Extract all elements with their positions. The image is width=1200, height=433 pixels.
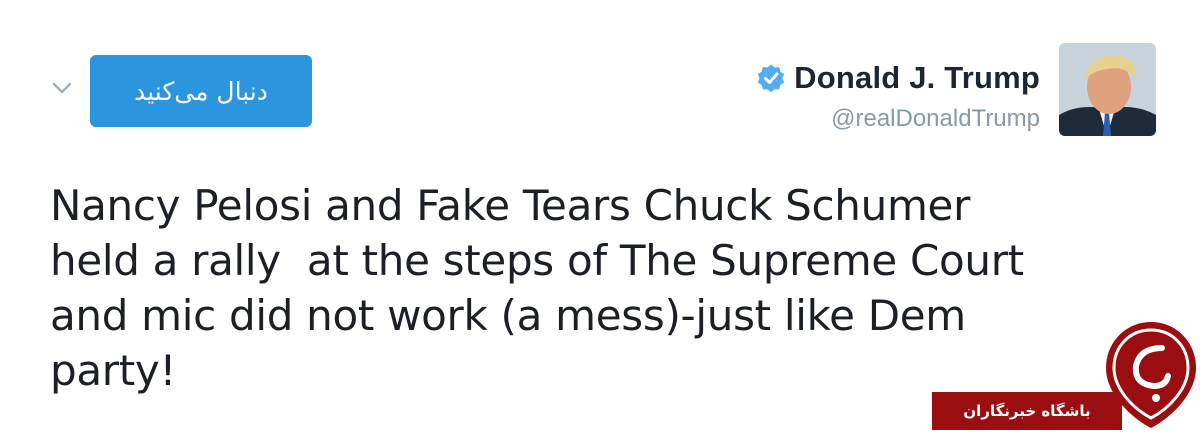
following-button-label: دنبال می‌کنید: [134, 76, 268, 106]
watermark-band: باشگاه خبرنگاران: [932, 392, 1122, 430]
tweet-card: دنبال می‌کنید Donald J. Trump @realDonal…: [0, 0, 1200, 433]
author-handle[interactable]: @realDonaldTrump: [831, 105, 1040, 133]
author-name-row[interactable]: Donald J. Trump: [756, 58, 1040, 98]
tweet-text-line: held a rally at the steps of The Supreme…: [50, 236, 1024, 285]
tweet-text-line: Nancy Pelosi and Fake Tears Chuck Schume…: [50, 181, 971, 230]
watermark-logo: [1102, 318, 1200, 430]
verified-badge-icon: [756, 63, 786, 93]
chevron-down-icon[interactable]: [50, 78, 74, 98]
watermark: باشگاه خبرنگاران: [930, 318, 1200, 433]
avatar[interactable]: [1059, 43, 1156, 136]
watermark-label: باشگاه خبرنگاران: [963, 402, 1091, 420]
following-button[interactable]: دنبال می‌کنید: [90, 55, 312, 127]
author-display-name[interactable]: Donald J. Trump: [794, 60, 1040, 96]
